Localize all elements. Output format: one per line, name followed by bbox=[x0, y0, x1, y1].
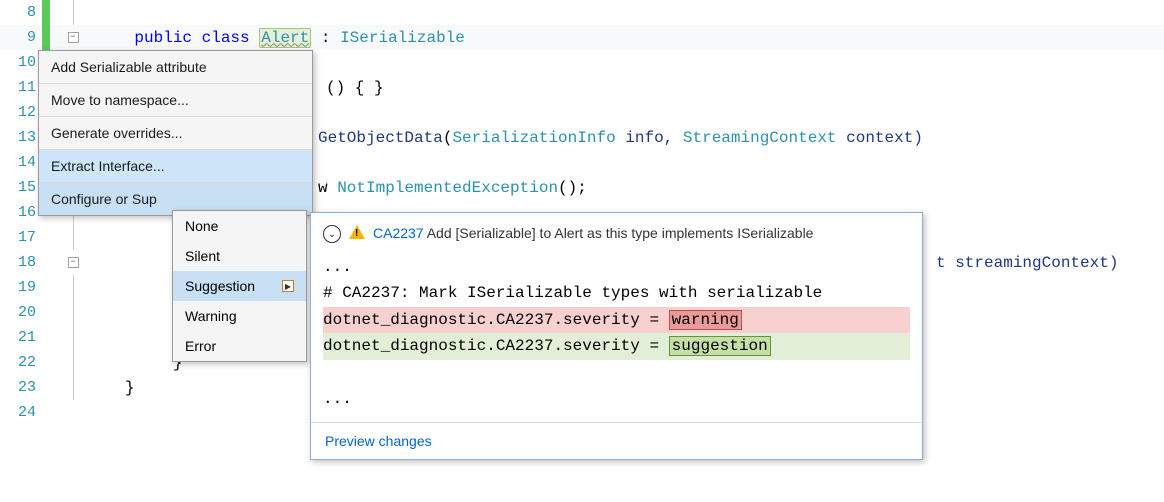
severity-silent[interactable]: Silent bbox=[173, 241, 306, 271]
code-content[interactable]: public class Alert : ISerializable bbox=[96, 29, 465, 47]
class-name[interactable]: Alert bbox=[259, 28, 311, 48]
line-number: 18 bbox=[0, 254, 42, 271]
menu-item-extract-interface[interactable]: Extract Interface... bbox=[39, 150, 312, 183]
preview-panel: ⌄ CA2237 Add [Serializable] to Alert as … bbox=[310, 212, 923, 460]
line-number: 14 bbox=[0, 154, 42, 171]
chevron-down-icon[interactable]: ⌄ bbox=[323, 225, 341, 243]
line-number: 21 bbox=[0, 329, 42, 346]
line-number: 19 bbox=[0, 279, 42, 296]
interface-name: ISerializable bbox=[340, 29, 465, 47]
line-number: 16 bbox=[0, 204, 42, 221]
line-number: 8 bbox=[0, 4, 42, 21]
chevron-right-icon: ▶ bbox=[282, 280, 294, 292]
quick-actions-menu[interactable]: Add Serializable attribute Move to names… bbox=[38, 50, 313, 216]
line-number: 23 bbox=[0, 379, 42, 396]
line-number: 17 bbox=[0, 229, 42, 246]
severity-none[interactable]: None bbox=[173, 211, 306, 241]
warning-icon bbox=[349, 225, 365, 239]
preview-header-text: CA2237 Add [Serializable] to Alert as th… bbox=[373, 223, 813, 244]
diff-comment: # CA2237: Mark ISerializable types with … bbox=[323, 284, 822, 302]
severity-suggestion[interactable]: Suggestion ▶ bbox=[173, 271, 306, 301]
preview-header: ⌄ CA2237 Add [Serializable] to Alert as … bbox=[311, 213, 922, 250]
diff-removed-line: dotnet_diagnostic.CA2237.severity = warn… bbox=[323, 307, 910, 333]
line-number: 13 bbox=[0, 129, 42, 146]
rule-link[interactable]: CA2237 bbox=[373, 225, 424, 241]
menu-item-generate-overrides[interactable]: Generate overrides... bbox=[39, 117, 312, 150]
editor-line: 8 bbox=[0, 0, 1164, 25]
line-number: 22 bbox=[0, 354, 42, 371]
preview-changes-link[interactable]: Preview changes bbox=[311, 422, 922, 459]
keyword: class bbox=[202, 29, 250, 47]
line-number: 12 bbox=[0, 104, 42, 121]
severity-submenu[interactable]: None Silent Suggestion ▶ Warning Error bbox=[172, 210, 307, 362]
severity-warning[interactable]: Warning bbox=[173, 301, 306, 331]
severity-error[interactable]: Error bbox=[173, 331, 306, 361]
preview-diff: ... # CA2237: Mark ISerializable types w… bbox=[311, 250, 922, 422]
fold-toggle[interactable]: − bbox=[68, 32, 79, 43]
editor-line: 9 − public class Alert : ISerializable bbox=[0, 25, 1164, 50]
change-marker bbox=[42, 0, 50, 25]
line-number: 10 bbox=[0, 54, 42, 71]
menu-item-move-namespace[interactable]: Move to namespace... bbox=[39, 84, 312, 117]
line-number: 15 bbox=[0, 179, 42, 196]
change-marker bbox=[42, 25, 50, 50]
line-number: 20 bbox=[0, 304, 42, 321]
diff-added-line: dotnet_diagnostic.CA2237.severity = sugg… bbox=[323, 333, 910, 359]
line-number: 9 bbox=[0, 29, 42, 46]
line-number: 11 bbox=[0, 79, 42, 96]
line-number: 24 bbox=[0, 404, 42, 421]
fold-toggle[interactable]: − bbox=[68, 257, 79, 268]
keyword: public bbox=[134, 29, 192, 47]
menu-item-add-serializable[interactable]: Add Serializable attribute bbox=[39, 51, 312, 84]
